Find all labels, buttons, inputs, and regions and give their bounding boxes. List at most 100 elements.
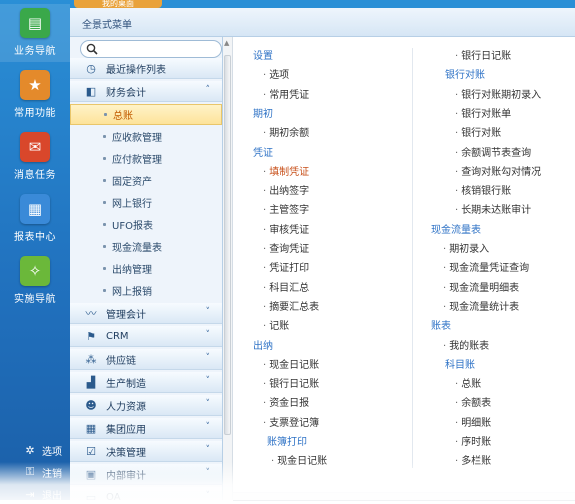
menu-link-col1-10[interactable]: 查询凭证 (263, 240, 309, 255)
menu-link-col2-7[interactable]: 核销银行账 (455, 182, 511, 197)
menu-group-label: 内部审计 (106, 470, 146, 482)
menu-group-label: 管理会计 (106, 309, 146, 321)
menu-group-1[interactable]: ◧ 财务会计 ˄ (70, 81, 222, 102)
menu-link-col2-21[interactable]: 多栏账 (455, 452, 491, 467)
menu-link-col1-7[interactable]: 出纳签字 (263, 182, 309, 197)
scrollbar-thumb[interactable] (224, 55, 231, 435)
menu-link-col2-10[interactable]: 期初录入 (443, 240, 489, 255)
bottom-nav-key[interactable]: ⚿ 注销 (0, 462, 70, 482)
chevron-down-icon[interactable]: ˅ (206, 353, 211, 363)
nav-item-2[interactable]: ✉ 消息任务 (0, 128, 70, 186)
menu-group-label: 最近操作列表 (106, 64, 166, 76)
menu-item-5[interactable]: UFO报表 (70, 214, 222, 235)
menu-link-col2-8[interactable]: 长期未达账审计 (455, 201, 531, 216)
key-icon: ⚿ (25, 465, 35, 478)
chevron-down-icon[interactable]: ˅ (206, 376, 211, 386)
chevron-down-icon[interactable]: ˅ (206, 422, 211, 432)
menu-link-col1-1[interactable]: 选项 (263, 66, 289, 81)
tab-my-desktop[interactable]: 我的桌面 (74, 0, 162, 8)
bullet-icon (103, 201, 106, 204)
menu-item-label: 应收款管理 (112, 133, 162, 144)
menu-link-col2-13[interactable]: 现金流量统计表 (443, 298, 519, 313)
chevron-up-icon[interactable]: ˄ (206, 85, 211, 95)
oa-icon: ▭ (85, 490, 97, 501)
menu-group-7[interactable]: ▦ 集团应用 ˅ (70, 418, 222, 439)
menu-item-6[interactable]: 现金流量表 (70, 236, 222, 257)
menu-link-col1-21[interactable]: 现金日记账 (271, 452, 327, 467)
menu-item-3[interactable]: 固定资产 (70, 170, 222, 191)
menu-group-0[interactable]: ◷ 最近操作列表 (70, 58, 222, 79)
chevron-down-icon[interactable]: ˅ (206, 445, 211, 455)
menu-group-10[interactable]: ▭ OA ˅ (70, 487, 222, 500)
nav-item-4[interactable]: ✧ 实施导航 (0, 252, 70, 310)
menu-item-1[interactable]: 应收款管理 (70, 126, 222, 147)
menu-link-col1-11[interactable]: 凭证打印 (263, 259, 309, 274)
chevron-down-icon[interactable]: ˅ (206, 330, 211, 340)
menu-link-col2-2[interactable]: 银行对账期初录入 (455, 86, 541, 101)
nav-item-3[interactable]: ▦ 报表中心 (0, 190, 70, 248)
menu-group-label: 人力资源 (106, 401, 146, 413)
menu-link-col2-4[interactable]: 银行对账 (455, 124, 501, 139)
menu-link-col1-18[interactable]: 资金日报 (263, 394, 309, 409)
menu-group-label: 财务会计 (106, 87, 146, 99)
left-navigation: ▤ 业务导航 ★ 常用功能 ✉ 消息任务 ▦ 报表中心 ✧ 实施导航 ✲ 选项 ⚿ 注销 ⇥ 退出 (0, 0, 70, 502)
menu-link-col1-14[interactable]: 记账 (263, 317, 289, 332)
menu-link-col1-13[interactable]: 摘要汇总表 (263, 298, 319, 313)
chevron-down-icon[interactable]: ˅ (206, 399, 211, 409)
menu-link-col2-12[interactable]: 现金流量明细表 (443, 279, 519, 294)
menu-link-col2-6[interactable]: 查询对账勾对情况 (455, 163, 541, 178)
menu-group-8[interactable]: ☑ 决策管理 ˅ (70, 441, 222, 462)
bullet-icon (103, 179, 106, 182)
section-heading-col1-3: 期初 (253, 108, 273, 120)
menu-link-col2-20[interactable]: 序时账 (455, 433, 491, 448)
menu-link-col2-17[interactable]: 总账 (455, 375, 481, 390)
chevron-down-icon[interactable]: ˅ (206, 491, 211, 500)
search-box[interactable] (80, 40, 222, 58)
chevron-down-icon[interactable]: ˅ (206, 468, 211, 478)
nav-item-0[interactable]: ▤ 业务导航 (0, 4, 70, 62)
bullet-icon (103, 289, 106, 292)
menu-group-label: OA (106, 491, 121, 501)
menu-group-5[interactable]: ▟ 生产制造 ˅ (70, 372, 222, 393)
menu-group-3[interactable]: ⚑ CRM ˅ (70, 326, 222, 347)
menu-link-col1-17[interactable]: 银行日记账 (263, 375, 319, 390)
menu-link-col1-4[interactable]: 期初余额 (263, 124, 309, 139)
menu-link-col1-19[interactable]: 支票登记簿 (263, 414, 319, 429)
nav-item-1[interactable]: ★ 常用功能 (0, 66, 70, 124)
menu-group-4[interactable]: ⁂ 供应链 ˅ (70, 349, 222, 370)
search-input[interactable] (101, 42, 217, 57)
menu-item-0[interactable]: 总账 (70, 104, 222, 125)
menu-link-col2-15[interactable]: 我的账表 (443, 337, 489, 352)
scroll-up-icon[interactable]: ▲ (224, 39, 229, 47)
menu-item-2[interactable]: 应付款管理 (70, 148, 222, 169)
section-heading-col2-16: 科目账 (445, 359, 475, 371)
menu-link-col2-5[interactable]: 余额调节表查询 (455, 144, 531, 159)
menu-item-label: 现金流量表 (112, 243, 162, 254)
menu-item-7[interactable]: 出纳管理 (70, 258, 222, 279)
menu-link-col1-12[interactable]: 科目汇总 (263, 279, 309, 294)
menu-item-4[interactable]: 网上银行 (70, 192, 222, 213)
person-icon: ☻ (85, 398, 97, 412)
menu-group-6[interactable]: ☻ 人力资源 ˅ (70, 395, 222, 416)
menu-link-col2-19[interactable]: 明细账 (455, 414, 491, 429)
menu-link-col2-0[interactable]: 银行日记账 (455, 47, 511, 62)
menu-group-2[interactable]: 〰管理会计 ˅ (70, 303, 222, 324)
section-heading-col2-9: 现金流量表 (431, 224, 481, 236)
menu-link-col1-9[interactable]: 审核凭证 (263, 221, 309, 236)
menu-link-col1-2[interactable]: 常用凭证 (263, 86, 309, 101)
menu-link-col2-3[interactable]: 银行对账单 (455, 105, 511, 120)
compass-icon: ✧ (20, 256, 50, 286)
bottom-nav-gear[interactable]: ✲ 选项 (0, 440, 70, 460)
search-icon (86, 43, 98, 55)
menu-link-col2-11[interactable]: 现金流量凭证查询 (443, 259, 529, 274)
menu-group-9[interactable]: ▣ 内部审计 ˅ (70, 464, 222, 485)
bottom-nav-label: 注销 (42, 468, 62, 480)
menu-link-col1-8[interactable]: 主管签字 (263, 201, 309, 216)
menu-link-col1-6[interactable]: 填制凭证 (263, 163, 309, 178)
menu-link-col2-18[interactable]: 余额表 (455, 394, 491, 409)
chevron-down-icon[interactable]: ˅ (206, 307, 211, 317)
sidebar-scrollbar[interactable]: ▲ (223, 37, 233, 500)
menu-link-col1-16[interactable]: 现金日记账 (263, 356, 319, 371)
menu-item-8[interactable]: 网上报销 (70, 280, 222, 301)
bottom-nav-exit[interactable]: ⇥ 退出 (0, 484, 70, 504)
